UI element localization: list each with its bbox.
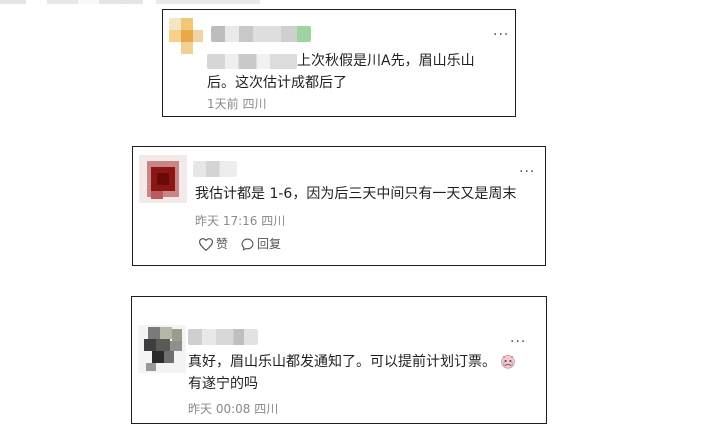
more-options-icon[interactable]: ···	[510, 335, 526, 349]
comment-meta: 1天前 四川	[207, 96, 266, 112]
comment-text-line1: 真好，眉山乐山都发通知了。可以提前计划订票。	[188, 354, 496, 370]
comment-text: 上次秋假是川A先，眉山乐山 后。这次估计成都后了	[207, 50, 475, 94]
avatar[interactable]	[138, 325, 186, 373]
comment-location: 四川	[261, 214, 286, 228]
comment-location: 四川	[254, 402, 279, 416]
username-blurred[interactable]	[193, 161, 237, 177]
like-label: 赞	[216, 237, 229, 251]
reply-button[interactable]: 回复	[241, 236, 281, 252]
comment-meta: 昨天 00:08 四川	[188, 401, 278, 417]
heart-outline-icon	[199, 237, 213, 251]
comment-card-3: ··· 真好，眉山乐山都发通知了。可以提前计划订票。 有遂宁的吗 昨天 00:0…	[131, 296, 547, 424]
reply-label: 回复	[257, 237, 282, 251]
cropped-top-text	[0, 0, 260, 4]
username-blurred[interactable]	[211, 26, 311, 42]
avatar[interactable]	[139, 155, 187, 203]
crying-face-emoji	[501, 355, 516, 369]
comment-text: 我估计都是 1-6，因为后三天中间只有一天又是周末	[195, 186, 517, 202]
comment-location: 四川	[242, 97, 267, 111]
comment-time: 昨天 00:08	[188, 402, 251, 416]
comment-card-2: ··· 我估计都是 1-6，因为后三天中间只有一天又是周末 昨天 17:16 四…	[132, 146, 546, 266]
comment-meta: 昨天 17:16 四川	[195, 213, 285, 229]
comment-time: 1天前	[207, 97, 239, 111]
comment-text-line2: 后。这次估计成都后了	[207, 75, 347, 91]
comment-text-line1: 上次秋假是川A先，眉山乐山	[297, 53, 475, 69]
comment-time: 昨天 17:16	[195, 214, 258, 228]
comment-text-line2: 有遂宁的吗	[188, 376, 258, 392]
like-button[interactable]: 赞	[199, 236, 228, 252]
username-blurred[interactable]	[188, 329, 258, 345]
more-options-icon[interactable]: ···	[519, 165, 535, 179]
comment-text: 真好，眉山乐山都发通知了。可以提前计划订票。 有遂宁的吗	[188, 351, 516, 395]
comment-card-1: ··· 上次秋假是川A先，眉山乐山 后。这次估计成都后了 1天前 四川	[162, 9, 516, 117]
blurred-text	[207, 53, 297, 69]
more-options-icon[interactable]: ···	[493, 28, 509, 42]
avatar[interactable]	[169, 18, 203, 56]
speech-bubble-icon	[241, 238, 254, 251]
